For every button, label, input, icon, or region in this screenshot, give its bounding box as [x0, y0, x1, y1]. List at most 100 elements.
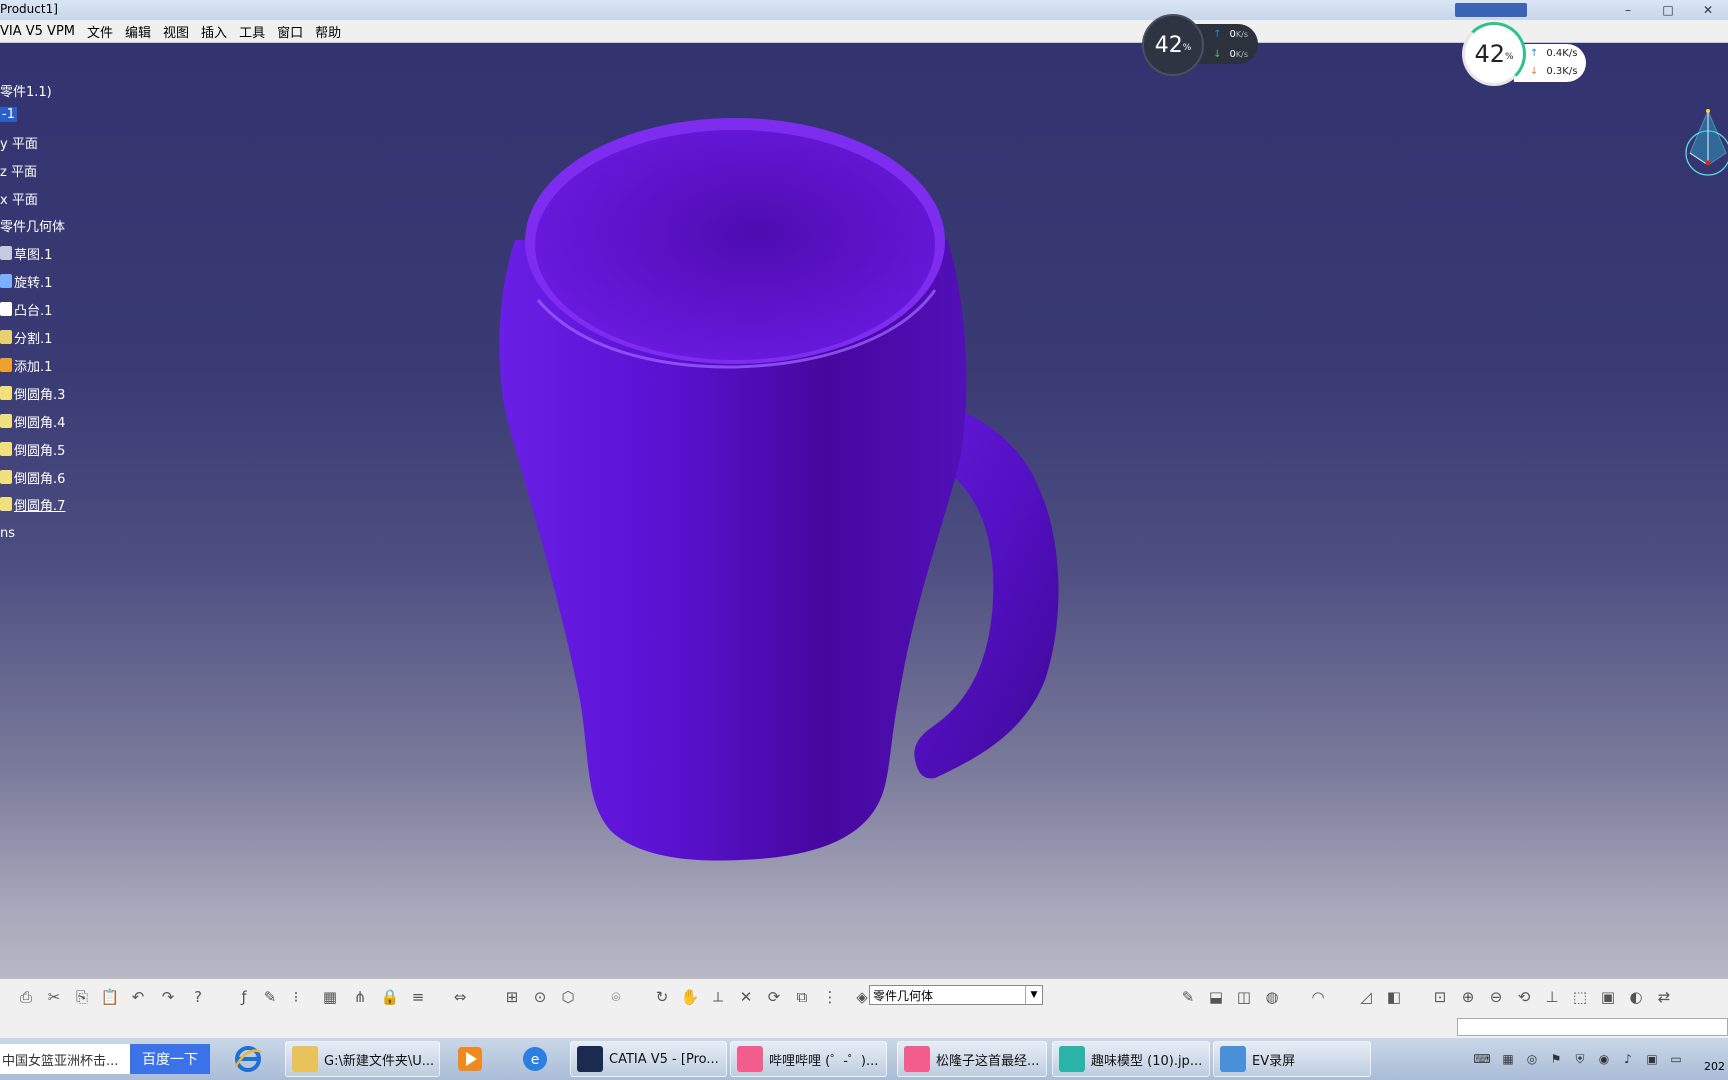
tree-node[interactable]: 草图.1: [0, 242, 52, 264]
taskbar-button[interactable]: 哔哩哔哩 (゜-゜)...: [730, 1041, 887, 1077]
inertia-icon[interactable]: ⬡: [558, 987, 578, 1007]
shell-icon[interactable]: ◧: [1384, 987, 1404, 1007]
compass-icon[interactable]: ⊙: [530, 987, 550, 1007]
browser-icon[interactable]: e: [515, 1042, 555, 1076]
pan-icon[interactable]: ✋: [680, 987, 700, 1007]
cross-icon[interactable]: ✕: [736, 987, 756, 1007]
comment-icon[interactable]: ✎: [260, 987, 280, 1007]
baidu-search-input[interactable]: 中国女篮亚洲杯击...: [0, 1044, 130, 1074]
network-monitor-dark[interactable]: ↑ 0 K/s ↓ 0 K/s 42%: [1142, 14, 1262, 76]
maximize-button[interactable]: □: [1648, 0, 1688, 20]
chevron-down-icon[interactable]: ▼: [1025, 986, 1042, 1004]
draft-icon[interactable]: ◿: [1356, 987, 1376, 1007]
3d-viewport[interactable]: 零件1.1) -1 y 平面 z 平面 x 平面零件几何体草图.1 旋转.1 凸台.1 分割.…: [0, 43, 1728, 978]
command-input[interactable]: [1457, 1018, 1728, 1036]
game-icon[interactable]: ◎: [1524, 1051, 1540, 1067]
media-player-icon[interactable]: [450, 1042, 490, 1076]
measure-icon[interactable]: ⇔: [450, 987, 470, 1007]
baidu-search-button[interactable]: 百度一下: [130, 1044, 210, 1074]
sketch-icon[interactable]: ✎: [1178, 987, 1198, 1007]
calendar-icon[interactable]: ▦: [1500, 1051, 1516, 1067]
minimize-button[interactable]: –: [1608, 0, 1648, 20]
cut-icon[interactable]: ✂: [44, 987, 64, 1007]
tree-node[interactable]: 倒圆角.3: [0, 382, 65, 404]
body-selector[interactable]: 零件几何体 ▼: [869, 985, 1043, 1005]
knowledge-icon[interactable]: ⁝: [286, 987, 306, 1007]
compass-icon[interactable]: [1680, 103, 1728, 183]
normal-view-icon[interactable]: ⊥: [1542, 987, 1562, 1007]
menu-app[interactable]: VIA V5 VPM: [0, 24, 81, 39]
camera-icon[interactable]: ⌾: [606, 987, 626, 1007]
copy-icon[interactable]: ⎘: [72, 987, 92, 1007]
tree-node[interactable]: 倒圆角.7: [0, 493, 65, 515]
close-button[interactable]: ✕: [1688, 0, 1728, 20]
table-icon[interactable]: ▦: [320, 987, 340, 1007]
tree-node[interactable]: 分割.1: [0, 326, 52, 348]
tree-node[interactable]: x 平面: [0, 187, 38, 209]
shaft-icon[interactable]: ◍: [1262, 987, 1282, 1007]
flag-icon[interactable]: ⚑: [1548, 1051, 1564, 1067]
menu-view[interactable]: 视图: [157, 22, 195, 41]
menu-help[interactable]: 帮助: [309, 22, 347, 41]
taskbar-button[interactable]: 松隆子这首最经...: [897, 1041, 1047, 1077]
update-icon[interactable]: ⧉: [792, 987, 812, 1007]
clock[interactable]: 202: [1704, 1060, 1725, 1073]
network-icon[interactable]: ▣: [1644, 1051, 1660, 1067]
fillet-icon[interactable]: ◠: [1308, 987, 1328, 1007]
tree-icon[interactable]: ⋔: [350, 987, 370, 1007]
lock-icon[interactable]: 🔒: [380, 987, 400, 1007]
tree-node[interactable]: 倒圆角.5: [0, 438, 65, 460]
monitor-icon[interactable]: ▭: [1668, 1051, 1684, 1067]
paste-icon[interactable]: 📋: [100, 987, 120, 1007]
menu-insert[interactable]: 插入: [195, 22, 233, 41]
ie-icon[interactable]: [228, 1042, 268, 1076]
fly-icon[interactable]: ↻: [652, 987, 672, 1007]
print-icon[interactable]: ⎙: [16, 987, 36, 1007]
tree-node[interactable]: 零件几何体: [0, 214, 65, 236]
tree-node[interactable]: 旋转.1: [0, 270, 52, 292]
fit-all-icon[interactable]: ⊡: [1430, 987, 1450, 1007]
redo-icon[interactable]: ↷: [158, 987, 178, 1007]
param-icon[interactable]: ≡: [408, 987, 428, 1007]
rotate-icon[interactable]: ⟲: [1514, 987, 1534, 1007]
menu-edit[interactable]: 编辑: [119, 22, 157, 41]
swap-icon[interactable]: ⇄: [1654, 987, 1674, 1007]
tree-node[interactable]: 添加.1: [0, 354, 52, 376]
tree-node[interactable]: z 平面: [0, 159, 37, 181]
menu-window[interactable]: 窗口: [271, 22, 309, 41]
tree-node[interactable]: y 平面: [0, 131, 38, 153]
taskbar-button[interactable]: G:\新建文件夹\U...: [285, 1041, 440, 1077]
whats-this-icon[interactable]: ?: [188, 987, 208, 1007]
iso-view-icon[interactable]: ⬚: [1570, 987, 1590, 1007]
tree-node[interactable]: 倒圆角.6: [0, 466, 65, 488]
menu-file[interactable]: 文件: [81, 22, 119, 41]
pad-icon[interactable]: ⬓: [1206, 987, 1226, 1007]
shield-icon[interactable]: ⛨: [1572, 1051, 1588, 1067]
tree-node[interactable]: 倒圆角.4: [0, 410, 65, 432]
taskbar-button[interactable]: EV录屏: [1213, 1041, 1371, 1077]
tree-node[interactable]: 凸台.1: [0, 298, 52, 320]
hide-show-icon[interactable]: ◐: [1626, 987, 1646, 1007]
taskbar-button[interactable]: CATIA V5 - [Pro...: [570, 1041, 727, 1077]
axis-icon[interactable]: ⟂: [708, 987, 728, 1007]
tree-node[interactable]: ns: [0, 522, 15, 544]
dimension-icon[interactable]: ⊞: [502, 987, 522, 1007]
formula-icon[interactable]: ƒ: [234, 987, 254, 1007]
keyboard-icon[interactable]: ⌨: [1473, 1051, 1490, 1067]
undo-icon[interactable]: ↶: [128, 987, 148, 1007]
pocket-icon[interactable]: ◫: [1234, 987, 1254, 1007]
tree-node[interactable]: -1: [0, 103, 17, 125]
list-icon[interactable]: ⋮: [820, 987, 840, 1007]
mug-model[interactable]: [0, 43, 1728, 978]
taskbar-button[interactable]: 趣味模型 (10).jp...: [1052, 1041, 1210, 1077]
zoom-out-icon[interactable]: ⊖: [1486, 987, 1506, 1007]
volume-icon[interactable]: ♪: [1620, 1051, 1636, 1067]
zoom-in-icon[interactable]: ⊕: [1458, 987, 1478, 1007]
body-icon[interactable]: ◈: [852, 987, 872, 1007]
wifi-icon[interactable]: ◉: [1596, 1051, 1612, 1067]
network-monitor-light[interactable]: ↑ 0.4K/s ↓ 0.3K/s 42%: [1462, 22, 1592, 86]
shading-icon[interactable]: ▣: [1598, 987, 1618, 1007]
menu-tools[interactable]: 工具: [233, 22, 271, 41]
tree-node[interactable]: 零件1.1): [0, 79, 52, 101]
sync-icon[interactable]: ⟳: [764, 987, 784, 1007]
